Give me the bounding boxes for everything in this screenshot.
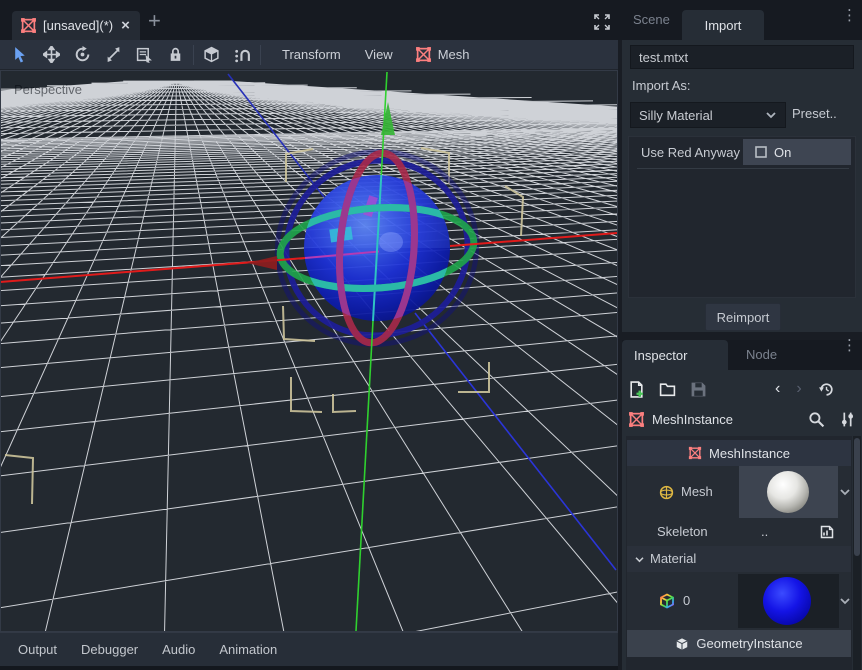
3d-viewport[interactable]: Perspective — [0, 70, 618, 632]
inspected-object-name: MeshInstance — [652, 412, 733, 427]
meshinstance-icon — [688, 446, 702, 460]
reimport-button[interactable]: Reimport — [705, 303, 781, 331]
viewport-toolbar: Transform View Mesh — [0, 40, 618, 70]
menu-transform[interactable]: Transform — [282, 47, 341, 62]
new-tab-button[interactable]: + — [148, 8, 161, 34]
history-icon[interactable] — [818, 381, 835, 398]
rotate-tool-icon[interactable] — [74, 46, 91, 63]
import-preset-dropdown[interactable]: Silly Material — [630, 102, 786, 128]
tab-scene[interactable]: Scene — [633, 12, 670, 27]
mesh-menu-icon — [415, 46, 432, 63]
material-thumbnail-sphere — [761, 575, 813, 627]
meshinstance-icon — [628, 411, 645, 428]
mesh-resource-icon — [659, 485, 674, 500]
node-path-icon[interactable] — [819, 524, 835, 540]
list-select-tool-icon[interactable] — [136, 46, 153, 63]
use-red-anyway-label: Use Red Anyway — [641, 145, 740, 160]
import-options-box: Use Red Anyway On — [628, 136, 856, 298]
scene-tab-title: [unsaved](*) — [43, 18, 113, 33]
chevron-down-icon — [765, 111, 777, 119]
tab-import[interactable]: Import — [682, 10, 764, 40]
mesh-property-label: Mesh — [681, 484, 713, 499]
inspector-dock: ‹ › MeshInstance — [622, 370, 862, 670]
header-strip: [unsaved](*) × + Scene Import ⋮ — [0, 0, 862, 40]
property-row-mesh: Mesh — [627, 466, 851, 518]
object-tools-icon[interactable] — [839, 411, 856, 428]
divider — [637, 168, 849, 169]
save-resource-icon[interactable] — [690, 381, 707, 398]
bottom-tab-debugger[interactable]: Debugger — [81, 642, 138, 657]
bottom-tab-audio[interactable]: Audio — [162, 642, 195, 657]
dock-menu-icon[interactable]: ⋮ — [842, 13, 857, 18]
scale-tool-icon[interactable] — [105, 46, 122, 63]
import-as-label: Import As: — [632, 78, 691, 93]
import-filename-field[interactable]: test.mtxt — [630, 45, 854, 69]
lock-tool-icon[interactable] — [167, 46, 184, 63]
inspector-tab-strip: Inspector Node ⋮ — [622, 340, 862, 370]
mesh-value-cell[interactable] — [739, 466, 838, 518]
expand-icon[interactable] — [593, 13, 611, 31]
viewport-perspective-label[interactable]: Perspective — [14, 82, 82, 97]
category-geometryinstance[interactable]: GeometryInstance — [627, 630, 851, 657]
history-back-icon[interactable]: ‹ — [775, 380, 780, 398]
history-forward-icon[interactable]: › — [796, 380, 801, 398]
inspector-toolbar: ‹ › — [628, 376, 856, 402]
bottom-tab-animation[interactable]: Animation — [219, 642, 277, 657]
geometry-cube-icon — [675, 637, 689, 651]
search-icon[interactable] — [808, 411, 825, 428]
load-resource-icon[interactable] — [659, 381, 676, 398]
snap-tool-icon[interactable] — [234, 46, 251, 63]
bottom-panel-bar: Output Debugger Audio Animation — [0, 632, 618, 666]
menu-view[interactable]: View — [365, 47, 393, 62]
material-resource-icon — [659, 593, 675, 609]
checkbox-icon — [755, 146, 767, 158]
category-meshinstance[interactable]: MeshInstance — [627, 440, 851, 466]
chevron-down-icon[interactable] — [839, 488, 851, 496]
material-value-cell[interactable] — [738, 574, 839, 628]
menu-mesh[interactable]: Mesh — [438, 47, 470, 62]
section-collapse-icon — [634, 556, 645, 563]
inspector-object-row: MeshInstance — [628, 406, 856, 432]
select-tool-icon[interactable] — [12, 46, 29, 63]
inspector-menu-icon[interactable]: ⋮ — [842, 343, 857, 348]
use-red-anyway-checkbox[interactable]: On — [743, 139, 851, 165]
tab-node[interactable]: Node — [746, 347, 777, 362]
move-tool-icon[interactable] — [43, 46, 60, 63]
mesh-icon — [20, 17, 37, 34]
material-section-label: Material — [650, 551, 696, 566]
window-bottom-edge — [0, 666, 618, 670]
new-resource-icon[interactable] — [628, 381, 645, 398]
mesh-thumbnail-sphere — [765, 469, 811, 515]
bottom-tab-output[interactable]: Output — [18, 642, 57, 657]
tab-inspector[interactable]: Inspector — [622, 340, 728, 370]
skeleton-property-value[interactable]: .. — [761, 524, 768, 539]
group-cube-icon[interactable] — [203, 46, 220, 63]
section-material[interactable]: Material — [627, 546, 851, 572]
skeleton-property-label: Skeleton — [657, 524, 708, 539]
tab-close-icon[interactable]: × — [121, 17, 130, 34]
property-row-skeleton: Skeleton .. — [627, 518, 851, 546]
material-slot-label: 0 — [683, 593, 690, 608]
scrollbar-thumb[interactable] — [854, 438, 860, 556]
scene-tab[interactable]: [unsaved](*) × — [12, 11, 140, 40]
inspector-properties: MeshInstance Mesh — [626, 436, 852, 670]
chevron-down-icon[interactable] — [839, 597, 851, 605]
preset-button[interactable]: Preset.. — [792, 106, 837, 121]
property-row-material-0: 0 — [627, 572, 851, 630]
import-dock: test.mtxt Import As: Silly Material Pres… — [622, 40, 862, 332]
